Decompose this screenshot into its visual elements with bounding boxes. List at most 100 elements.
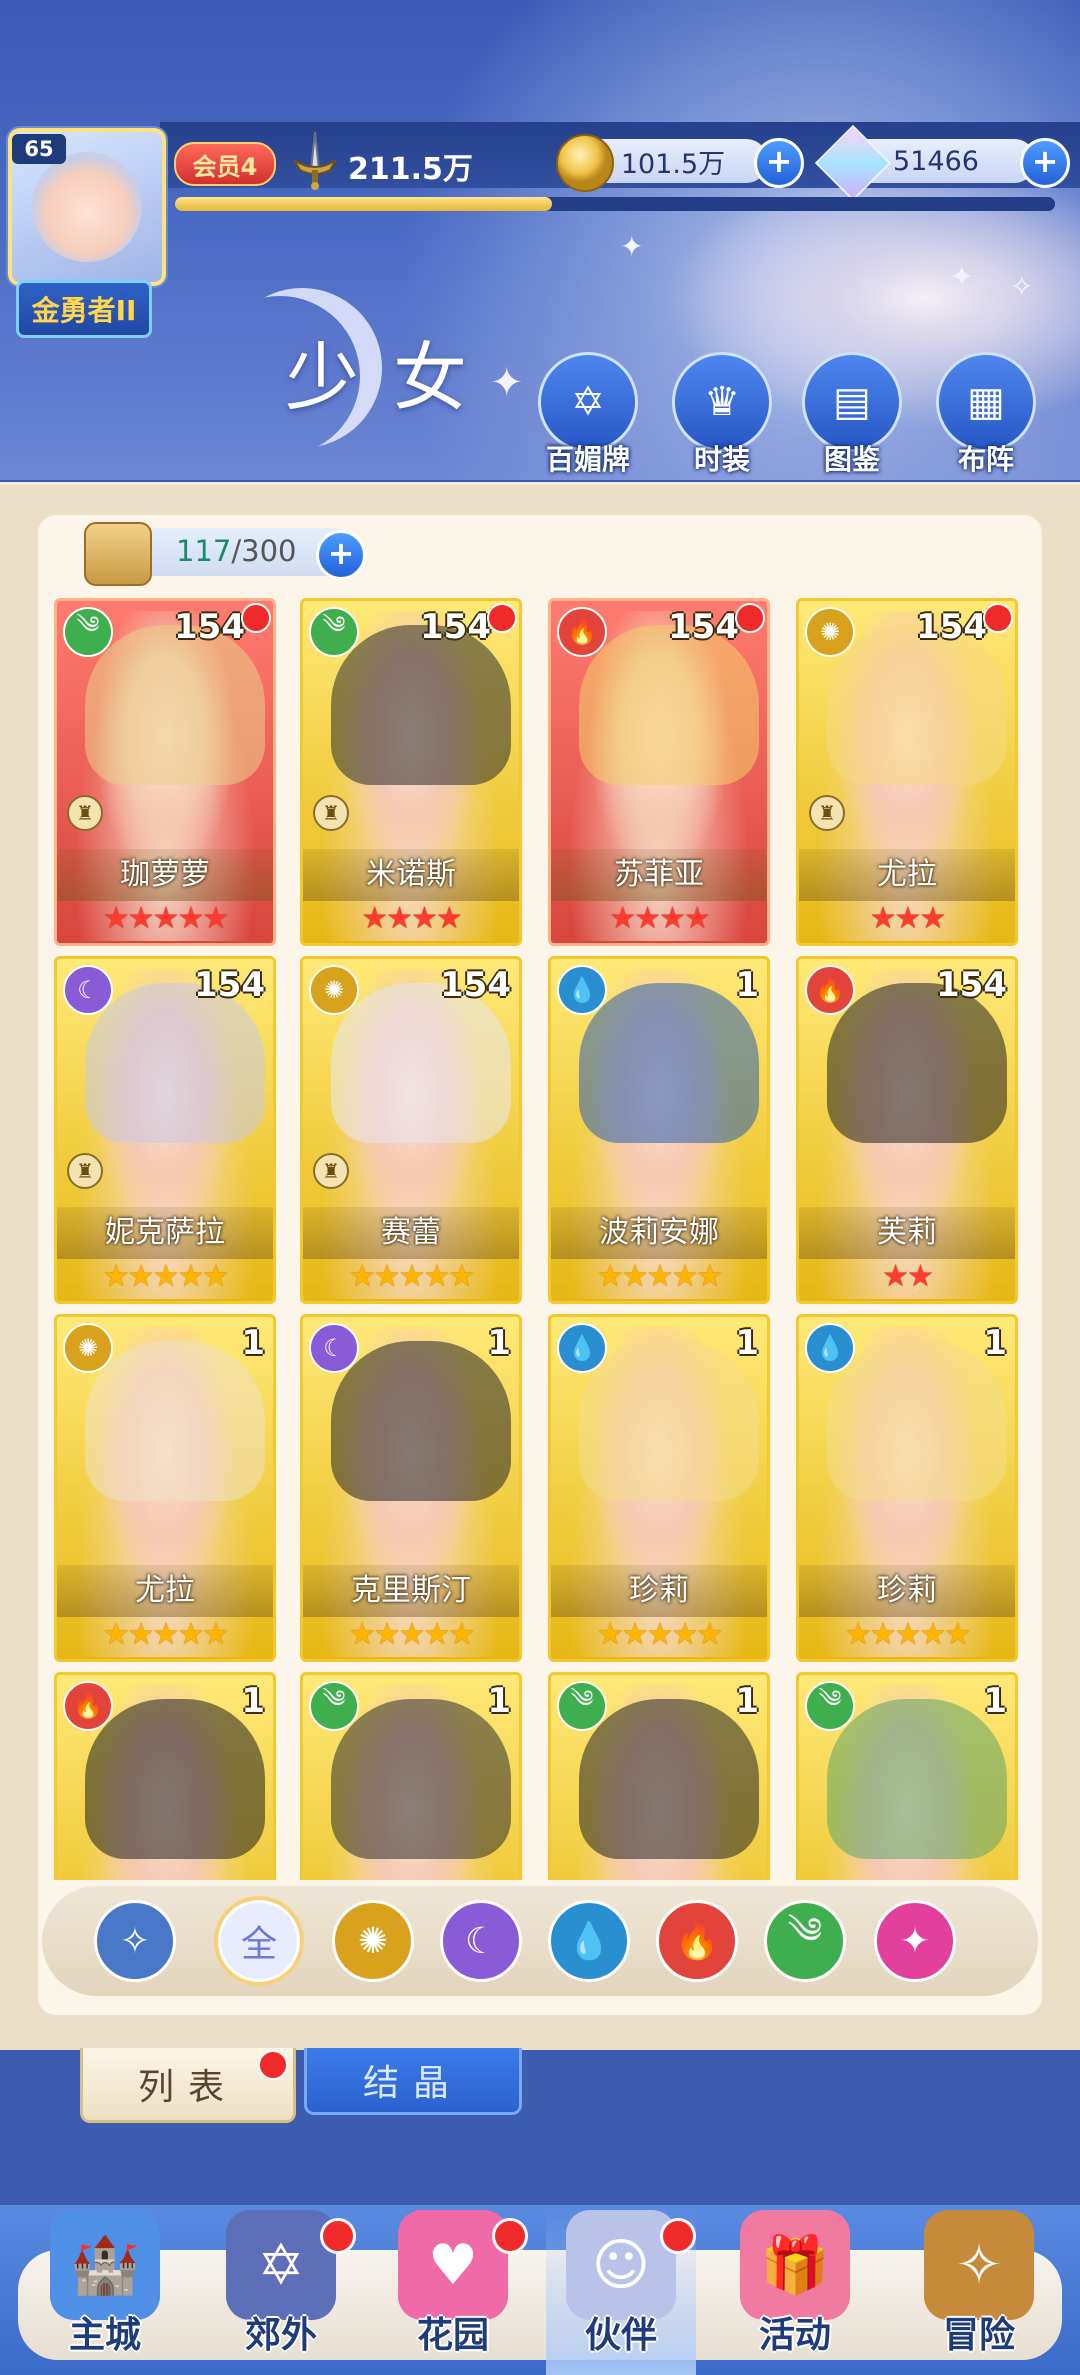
- star-icon: ★: [634, 901, 661, 936]
- partner-card[interactable]: ☾ 154 ♜ 妮克萨拉 ★★★★★: [54, 956, 276, 1304]
- partner-level: 1: [983, 1323, 1007, 1363]
- partner-hair: [331, 1699, 511, 1859]
- partner-name: 芙莉: [799, 1207, 1015, 1259]
- nav-gift[interactable]: 🎁 活动: [720, 2210, 870, 2375]
- partner-card[interactable]: ☾ 1 克里斯汀 ★★★★★: [300, 1314, 522, 1662]
- filter-angel-button[interactable]: ✧: [94, 1900, 176, 1982]
- partner-hair: [85, 1699, 265, 1859]
- star-icon: ★: [398, 1617, 426, 1652]
- water-element-icon: 💧: [805, 1323, 855, 1373]
- nav-compass[interactable]: ✧ 冒险: [904, 2210, 1054, 2375]
- book-icon: ▤: [802, 352, 902, 452]
- expand-capacity-button[interactable]: +: [316, 530, 366, 580]
- partner-hair: [85, 983, 265, 1143]
- player-rank-title: 金勇者II: [16, 280, 152, 338]
- star-rating: ★★: [799, 1259, 1015, 1294]
- partner-hair: [331, 1341, 511, 1501]
- light-element-icon: ✺: [309, 965, 359, 1015]
- star-icon: ★: [127, 1259, 155, 1294]
- vip-badge[interactable]: 会员4: [174, 142, 276, 186]
- add-gems-button[interactable]: +: [1020, 138, 1070, 188]
- star-icon: ★: [919, 1617, 946, 1652]
- star-icon: ★: [621, 1259, 649, 1294]
- star-icon: ★: [844, 1617, 872, 1652]
- partner-card[interactable]: 💧 1 波莉安娜 ★★★★★: [548, 956, 770, 1304]
- chess-piece-icon: ♜: [67, 795, 103, 831]
- add-gold-button[interactable]: +: [754, 138, 804, 188]
- quick-action-book[interactable]: ▤ 图鉴: [800, 352, 904, 478]
- fire-icon: 🔥: [674, 1921, 720, 1962]
- quick-action-card[interactable]: ✡ 百媚牌: [536, 352, 640, 478]
- star-icon: ★: [696, 1617, 723, 1652]
- filter-light-button[interactable]: ✺: [332, 1900, 414, 1982]
- chess-piece-icon: ♜: [67, 1153, 103, 1189]
- bag-icon: [84, 522, 152, 586]
- partner-card[interactable]: 🔥 154 苏菲亚 ★★★★: [548, 598, 770, 946]
- partner-card[interactable]: ✺ 154 ♜ 赛蕾 ★★★★★: [300, 956, 522, 1304]
- partner-name: 珈萝萝: [57, 849, 273, 901]
- all-icon: 全: [240, 1924, 277, 1965]
- heart-icon: ♥: [398, 2210, 508, 2320]
- star-icon: ★: [152, 1617, 180, 1652]
- partner-level: 1: [735, 1323, 759, 1363]
- quick-action-outfit[interactable]: ♛ 时装: [670, 352, 774, 478]
- filter-wind-button[interactable]: ༄: [764, 1900, 846, 1982]
- nav-label: 花园: [416, 2315, 489, 2356]
- wind-element-icon: ༄: [63, 607, 113, 657]
- star-icon: ★: [894, 1617, 922, 1652]
- wind-icon: ༄: [787, 1911, 823, 1952]
- partner-level: 154: [174, 607, 245, 647]
- partner-card[interactable]: ✺ 154 ♜ 尤拉 ★★★: [796, 598, 1018, 946]
- notification-dot: [241, 603, 271, 633]
- partner-hair: [331, 983, 511, 1143]
- partner-name: 克里斯汀: [303, 1565, 519, 1617]
- moon-icon: ☾: [464, 1920, 498, 1962]
- partner-card[interactable]: ༄ 1: [548, 1672, 770, 1880]
- filter-fire-button[interactable]: 🔥: [656, 1900, 738, 1982]
- light-element-icon: ✺: [805, 607, 855, 657]
- quick-action-formation[interactable]: ▦ 布阵: [934, 352, 1038, 478]
- portal-icon: ✡: [226, 2210, 336, 2320]
- light-element-icon: ✺: [63, 1323, 113, 1373]
- star-icon: ★: [907, 1259, 934, 1294]
- partner-card[interactable]: 🔥 1: [54, 1672, 276, 1880]
- filter-moon-button[interactable]: ☾: [440, 1900, 522, 1982]
- partner-card[interactable]: ༄ 154 ♜ 珈萝萝 ★★★★★: [54, 598, 276, 946]
- star-icon: ★: [386, 901, 413, 936]
- partner-level: 1: [241, 1323, 265, 1363]
- card-icon: ✡: [538, 352, 638, 452]
- partner-hair: [579, 1341, 759, 1501]
- nav-label: 冒险: [942, 2315, 1015, 2356]
- star-icon: ★: [646, 1617, 674, 1652]
- star-icon: ★: [177, 901, 204, 936]
- partner-card[interactable]: ༄ 154 ♜ 米诺斯 ★★★★: [300, 598, 522, 946]
- partner-level: 1: [487, 1681, 511, 1721]
- star-icon: ★: [202, 1259, 229, 1294]
- nav-castle[interactable]: 🏰 主城: [30, 2210, 180, 2375]
- filter-water-button[interactable]: 💧: [548, 1900, 630, 1982]
- partner-card[interactable]: 💧 1 珍莉 ★★★★★: [796, 1314, 1018, 1662]
- exp-bar: [175, 197, 1055, 211]
- partner-card[interactable]: ✺ 1 尤拉 ★★★★★: [54, 1314, 276, 1662]
- partner-card[interactable]: 💧 1 珍莉 ★★★★★: [548, 1314, 770, 1662]
- star-icon: ★: [423, 1617, 450, 1652]
- star-icon: ★: [361, 901, 388, 936]
- tab-crystal[interactable]: 结晶: [304, 2048, 522, 2115]
- filter-all-button[interactable]: 全: [218, 1900, 300, 1982]
- star-rating: ★★★★★: [57, 1617, 273, 1652]
- capacity-counter: 117/300: [176, 534, 296, 568]
- partner-level: 1: [735, 1681, 759, 1721]
- capacity-max: /300: [231, 534, 297, 568]
- star-icon: ★: [152, 1259, 180, 1294]
- notification-dot: [660, 2218, 696, 2254]
- partner-card[interactable]: ༄ 1: [300, 1672, 522, 1880]
- outfit-icon: ♛: [672, 352, 772, 452]
- compass-icon: ✧: [924, 2210, 1034, 2320]
- star-icon: ★: [646, 1259, 674, 1294]
- filter-star-button[interactable]: ✦: [874, 1900, 956, 1982]
- star-icon: ★: [348, 1617, 376, 1652]
- partner-card[interactable]: 🔥 154 芙莉 ★★: [796, 956, 1018, 1304]
- star-icon: ★: [696, 1259, 723, 1294]
- partner-card[interactable]: ༄ 1: [796, 1672, 1018, 1880]
- star-rating: ★★★★★: [551, 1259, 767, 1294]
